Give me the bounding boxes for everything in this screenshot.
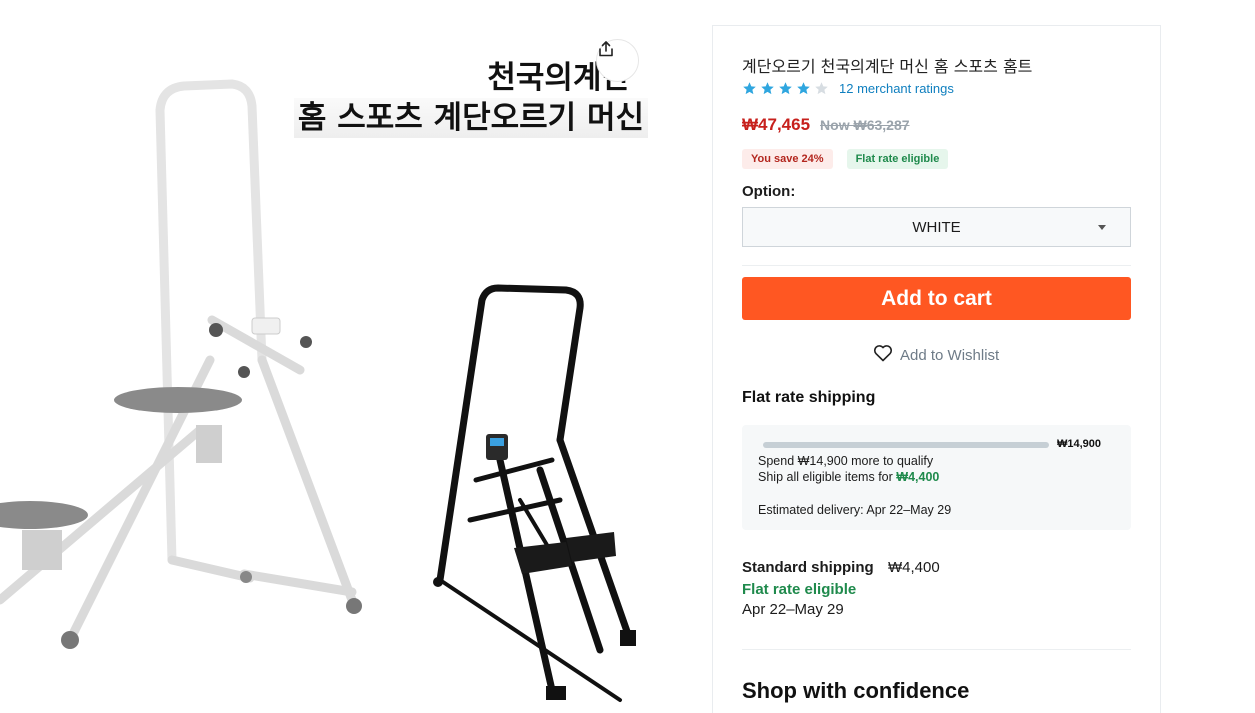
- spend-more-text: Spend ₩14,900 more to qualify: [758, 454, 934, 468]
- ship-all-price: ₩4,400: [896, 470, 940, 484]
- standard-shipping-label: Standard shipping: [742, 559, 874, 576]
- flat-rate-progress-bar: [763, 442, 1049, 448]
- shop-with-confidence-heading: Shop with confidence: [742, 678, 970, 703]
- add-to-wishlist-button[interactable]: Add to Wishlist: [873, 344, 999, 367]
- option-label: Option:: [742, 183, 796, 200]
- product-image[interactable]: 천국의계단 홈 스포츠 계단오르기 머신: [0, 0, 700, 713]
- heart-icon: [873, 344, 893, 367]
- savings-badge: You save 24%: [742, 149, 833, 169]
- price-row: ₩47,465 Now ₩63,287: [742, 115, 910, 135]
- standard-shipping-dates: Apr 22–May 29: [742, 601, 844, 618]
- standard-shipping-price: ₩4,400: [888, 559, 940, 576]
- estimated-delivery: Estimated delivery: Apr 22–May 29: [758, 503, 952, 517]
- wishlist-label: Add to Wishlist: [900, 347, 1000, 364]
- image-caption: 천국의계단 홈 스포츠 계단오르기 머신: [293, 58, 648, 138]
- standard-flat-rate-eligible: Flat rate eligible: [742, 581, 857, 598]
- add-to-cart-button[interactable]: Add to cart: [742, 277, 1131, 320]
- product-title: 계단오르기 천국의계단 머신 홈 스포츠 홈트: [742, 57, 1033, 76]
- chevron-down-icon: [1098, 225, 1106, 230]
- merchant-ratings-link[interactable]: 12 merchant ratings: [839, 81, 954, 96]
- ship-all-text: Ship all eligible items for ₩4,400: [758, 470, 939, 484]
- ship-all-prefix: Ship all eligible items for: [758, 470, 897, 484]
- divider: [742, 265, 1131, 266]
- flat-rate-threshold: ₩14,900: [1057, 438, 1102, 450]
- star-filled-icon: [779, 82, 792, 95]
- flat-rate-box: ₩14,900 Spend ₩14,900 more to qualify Sh…: [742, 425, 1131, 530]
- original-price: Now ₩63,287: [820, 117, 910, 133]
- flat-rate-heading: Flat rate shipping: [742, 389, 876, 406]
- star-empty-icon: [815, 82, 828, 95]
- image-caption-line1: 천국의계단: [487, 60, 630, 96]
- option-select[interactable]: WHITE: [742, 207, 1131, 247]
- star-filled-icon: [761, 82, 774, 95]
- rating-stars: [742, 81, 829, 96]
- image-caption-line2: 홈 스포츠 계단오르기 머신: [293, 98, 648, 138]
- star-filled-icon: [797, 82, 810, 95]
- buy-box: 계단오르기 천국의계단 머신 홈 스포츠 홈트 12 merchant rati…: [712, 25, 1161, 713]
- star-filled-icon: [743, 82, 756, 95]
- flat-rate-badge: Flat rate eligible: [846, 149, 949, 169]
- share-button[interactable]: [596, 39, 639, 82]
- option-selected-value: WHITE: [912, 218, 961, 236]
- current-price: ₩47,465: [742, 115, 811, 134]
- badges: You save 24% Flat rate eligible: [742, 149, 949, 169]
- rating-row: 12 merchant ratings: [742, 81, 954, 96]
- divider: [742, 649, 1131, 650]
